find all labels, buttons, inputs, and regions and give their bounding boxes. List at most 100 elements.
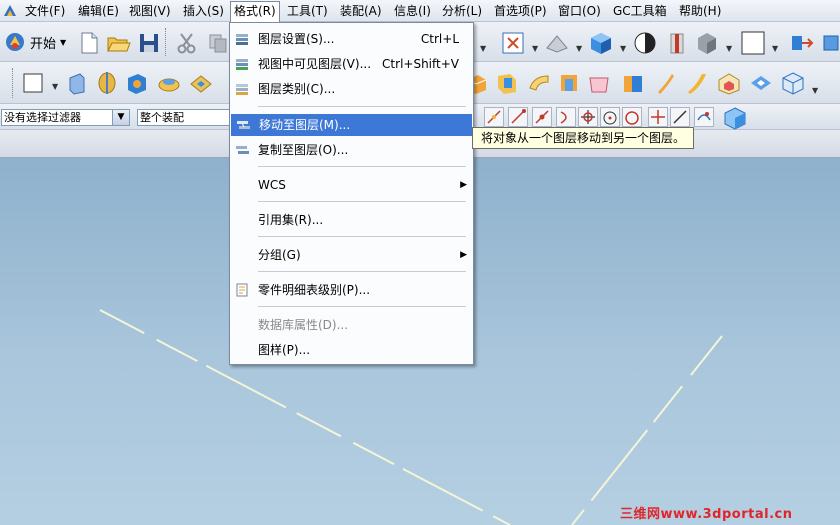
sketch-dropdown-icon[interactable]: ▼ (52, 82, 58, 91)
menu-information[interactable]: 信息(I) (391, 2, 434, 20)
menu-help[interactable]: 帮助(H) (676, 2, 724, 20)
reposition-icon[interactable] (788, 30, 814, 56)
watermark: 三维网www.3dportal.cn (620, 507, 793, 522)
section-view-icon[interactable] (664, 30, 690, 56)
menu-item-label: 分组(G) (258, 248, 301, 262)
extrude-icon[interactable] (64, 70, 90, 96)
menu-item-label: 数据库属性(D)... (258, 318, 349, 332)
menu-item-visible-layers-in-view[interactable]: 视图中可见图层(V)... Ctrl+Shift+V (230, 53, 473, 75)
fit-view-dropdown-icon[interactable]: ▼ (532, 44, 538, 53)
pocket-icon[interactable] (188, 70, 214, 96)
menu-item-label: 视图中可见图层(V)... (258, 57, 372, 71)
menu-file[interactable]: 文件(F) (22, 2, 68, 20)
selection-scope-combo[interactable]: 整个装配 (137, 109, 231, 126)
menu-item-pattern[interactable]: 图样(P)... (230, 339, 473, 361)
menu-item-wcs[interactable]: WCS ▶ (230, 174, 473, 196)
sweep-icon[interactable] (526, 70, 552, 96)
submenu-arrow-icon: ▶ (460, 180, 467, 190)
menu-item-label: 图样(P)... (258, 343, 311, 357)
menu-analysis[interactable]: 分析(L) (439, 2, 485, 20)
submenu-arrow-icon: ▶ (460, 250, 467, 260)
assembly-constraint-icon[interactable] (818, 30, 840, 56)
nx-app-icon[interactable] (2, 3, 18, 19)
fit-view-icon[interactable] (500, 30, 526, 56)
menu-item-group[interactable]: 分组(G) ▶ (230, 244, 473, 266)
menu-item-label: 移动至图层(M)... (259, 118, 351, 132)
shell-icon[interactable] (556, 70, 582, 96)
menu-item-parts-list-level[interactable]: 零件明细表级别(P)... (230, 279, 473, 301)
menu-item-shortcut: Ctrl+L (420, 32, 459, 46)
revolve-icon[interactable] (94, 70, 120, 96)
color-dropdown-icon[interactable]: ▼ (772, 44, 778, 53)
unite-icon[interactable] (620, 70, 646, 96)
snap-quadrant-icon[interactable] (622, 107, 642, 127)
type-filter-combo[interactable]: 没有选择过滤器 (1, 109, 113, 126)
selection-cube-icon[interactable] (722, 105, 746, 130)
copy-icon[interactable] (205, 30, 231, 56)
snap-point-on-face-icon[interactable] (670, 107, 690, 127)
boss-icon[interactable] (156, 70, 182, 96)
wireframe-cube-icon[interactable] (780, 70, 806, 96)
menu-assembly[interactable]: 装配(A) (337, 2, 385, 20)
menu-item-database-attributes: 数据库属性(D)... (230, 314, 473, 336)
toolbar-separator (165, 28, 168, 56)
snap-control-point-icon[interactable] (532, 107, 552, 127)
blend-icon[interactable] (494, 70, 520, 96)
menu-separator (258, 306, 466, 307)
toolbar-grip (12, 68, 15, 98)
move-to-layer-icon (237, 121, 250, 129)
snap-intersection-icon[interactable] (578, 107, 598, 127)
menu-view[interactable]: 视图(V) (126, 2, 174, 20)
shaded-cube-icon[interactable] (588, 30, 614, 56)
draft-icon[interactable] (586, 70, 612, 96)
snap-endpoint-icon[interactable] (484, 107, 504, 127)
menu-item-label: 引用集(R)... (258, 213, 324, 227)
menu-item-shortcut: Ctrl+Shift+V (382, 57, 459, 71)
split-body-icon[interactable] (684, 70, 710, 96)
menu-format[interactable]: 格式(R) (230, 1, 280, 22)
hide-component-icon[interactable] (694, 30, 720, 56)
snap-center-icon[interactable] (600, 107, 620, 127)
start-button[interactable]: 开始 ▼ (4, 28, 66, 56)
snap-midpoint-icon[interactable] (508, 107, 528, 127)
cut-icon[interactable] (174, 30, 200, 56)
render-style-dropdown-icon[interactable]: ▼ (620, 44, 626, 53)
menu-preferences[interactable]: 首选项(P) (491, 2, 550, 20)
sketch-icon[interactable] (20, 70, 46, 96)
menu-item-label: WCS (258, 178, 286, 192)
wcs-y-axis-line (571, 335, 723, 525)
menu-item-reference-set[interactable]: 引用集(R)... (230, 209, 473, 231)
snap-point-on-curve-icon[interactable] (648, 107, 668, 127)
menu-insert[interactable]: 插入(S) (180, 2, 227, 20)
menu-gc-toolbox[interactable]: GC工具箱 (610, 2, 670, 20)
menu-window[interactable]: 窗口(O) (555, 2, 604, 20)
view-orient-icon[interactable] (544, 30, 570, 56)
menu-item-layer-settings[interactable]: 图层设置(S)... Ctrl+L (230, 28, 473, 50)
new-file-icon[interactable] (76, 30, 102, 56)
toolbar-dropdown-icon[interactable]: ▼ (480, 44, 486, 53)
menu-item-move-to-layer[interactable]: 移动至图层(M)... (231, 114, 472, 136)
save-icon[interactable] (136, 30, 162, 56)
view-orient-dropdown-icon[interactable]: ▼ (576, 44, 582, 53)
color-swatch-icon[interactable] (740, 30, 766, 56)
feature-dropdown-icon[interactable]: ▼ (812, 86, 818, 95)
open-folder-icon[interactable] (105, 30, 131, 56)
menu-item-layer-category[interactable]: 图层类别(C)... (230, 78, 473, 100)
background-icon[interactable] (632, 30, 658, 56)
hide-dropdown-icon[interactable]: ▼ (726, 44, 732, 53)
hole-icon[interactable] (124, 70, 150, 96)
snap-bounded-grid-icon[interactable] (694, 107, 714, 127)
type-filter-dropdown-icon[interactable]: ▼ (112, 109, 130, 126)
menu-edit[interactable]: 编辑(E) (75, 2, 122, 20)
thicken-icon[interactable] (748, 70, 774, 96)
menu-item-label: 图层类别(C)... (258, 82, 336, 96)
trim-body-icon[interactable] (652, 70, 678, 96)
menu-separator (258, 201, 466, 202)
menu-item-copy-to-layer[interactable]: 复制至图层(O)... (230, 139, 473, 161)
visible-layers-icon (236, 59, 248, 70)
offset-face-icon[interactable] (716, 70, 742, 96)
format-menu-dropdown: 图层设置(S)... Ctrl+L 视图中可见图层(V)... Ctrl+Shi… (229, 22, 474, 365)
menu-tools[interactable]: 工具(T) (284, 2, 331, 20)
menu-separator (258, 166, 466, 167)
snap-arc-icon[interactable] (556, 107, 576, 127)
